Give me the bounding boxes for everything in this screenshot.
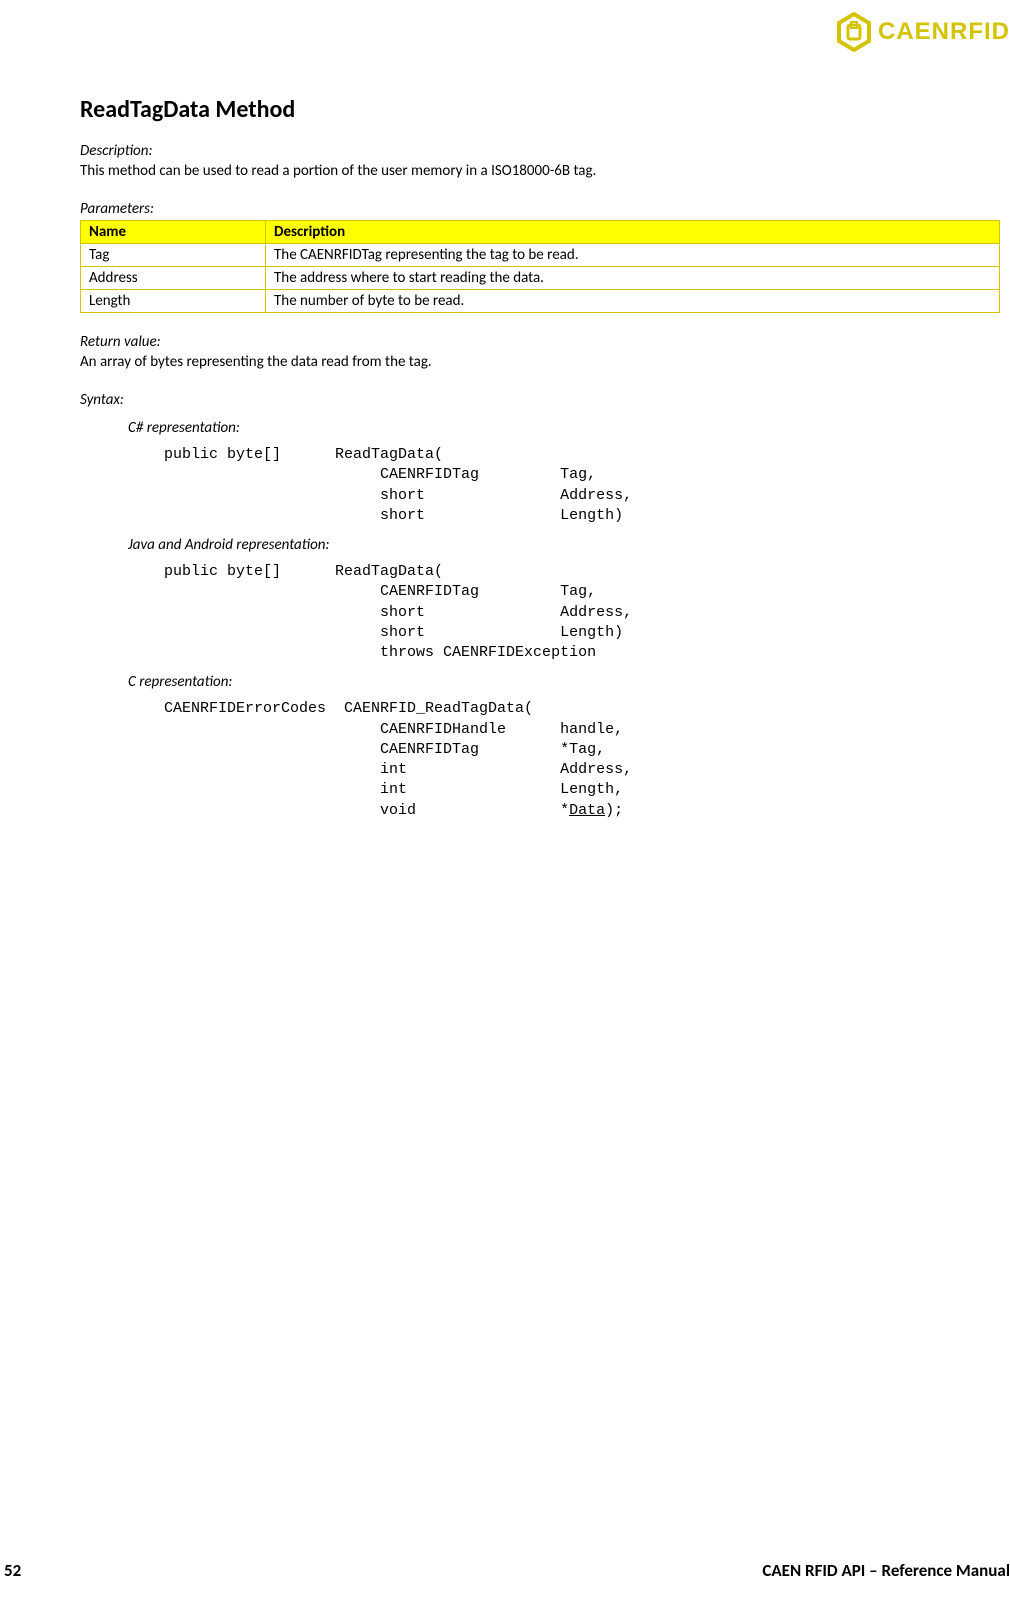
java-code: public byte[] ReadTagData( CAENRFIDTag T… bbox=[164, 562, 1000, 663]
syntax-label: Syntax: bbox=[80, 391, 1000, 409]
syntax-block: C# representation: public byte[] ReadTag… bbox=[128, 419, 1000, 821]
table-row: Tag The CAENRFIDTag representing the tag… bbox=[81, 244, 1000, 267]
table-row: Length The number of byte to be read. bbox=[81, 290, 1000, 313]
col-header-desc: Description bbox=[266, 221, 1000, 244]
c-code-underlined: Data bbox=[569, 802, 605, 819]
footer-title: CAEN RFID API – Reference Manual bbox=[762, 1560, 1010, 1581]
csharp-code: public byte[] ReadTagData( CAENRFIDTag T… bbox=[164, 445, 1000, 526]
parameters-table: Name Description Tag The CAENRFIDTag rep… bbox=[80, 220, 1000, 313]
page-footer: 52 CAEN RFID API – Reference Manual bbox=[0, 1560, 1010, 1581]
c-code-suffix: ); bbox=[605, 802, 623, 819]
param-desc: The address where to start reading the d… bbox=[266, 267, 1000, 290]
param-name: Address bbox=[81, 267, 266, 290]
hexagon-icon bbox=[836, 12, 872, 52]
param-name: Length bbox=[81, 290, 266, 313]
return-label: Return value: bbox=[80, 333, 1000, 351]
param-name: Tag bbox=[81, 244, 266, 267]
description-text: This method can be used to read a portio… bbox=[80, 162, 1000, 180]
col-header-name: Name bbox=[81, 221, 266, 244]
param-desc: The CAENRFIDTag representing the tag to … bbox=[266, 244, 1000, 267]
java-label: Java and Android representation: bbox=[128, 536, 1000, 554]
c-label: C representation: bbox=[128, 673, 1000, 691]
return-text: An array of bytes representing the data … bbox=[80, 353, 1000, 371]
table-row: Address The address where to start readi… bbox=[81, 267, 1000, 290]
page-content: ReadTagData Method Description: This met… bbox=[80, 95, 1000, 831]
brand-text: CAENRFID bbox=[878, 18, 1010, 46]
brand-logo: CAENRFID bbox=[836, 12, 1010, 52]
description-label: Description: bbox=[80, 142, 1000, 160]
page-title: ReadTagData Method bbox=[80, 95, 1000, 124]
c-code: CAENRFIDErrorCodes CAENRFID_ReadTagData(… bbox=[164, 699, 1000, 821]
parameters-label: Parameters: bbox=[80, 200, 1000, 218]
param-desc: The number of byte to be read. bbox=[266, 290, 1000, 313]
c-code-prefix: CAENRFIDErrorCodes CAENRFID_ReadTagData(… bbox=[164, 700, 632, 818]
csharp-label: C# representation: bbox=[128, 419, 1000, 437]
page-number: 52 bbox=[4, 1560, 21, 1581]
table-header-row: Name Description bbox=[81, 221, 1000, 244]
